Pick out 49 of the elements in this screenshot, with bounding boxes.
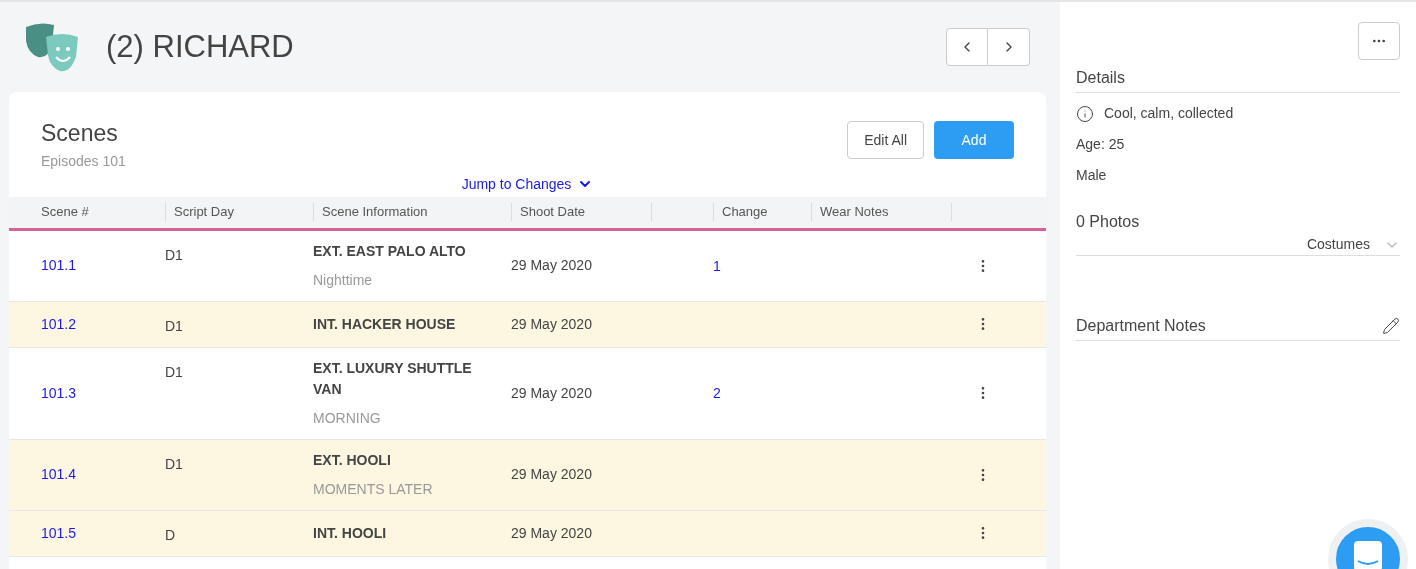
- script-day-cell-text: D1: [165, 454, 184, 474]
- script-day-cell-text: D1: [165, 316, 184, 336]
- column-header: Scene Information: [322, 203, 428, 222]
- change-link[interactable]: 2: [713, 385, 721, 401]
- edit-all-button[interactable]: Edit All: [847, 121, 924, 159]
- column-header: Change: [722, 203, 768, 222]
- scene-time-cell-text: Nighttime: [313, 270, 374, 290]
- column-header: Shoot Date: [520, 203, 586, 222]
- scene-location-cell-text: INT. HACKER HOUSE: [313, 314, 457, 334]
- page-title: (2) RICHARD: [106, 27, 294, 66]
- shoot-date-cell-text: 29 May 2020: [511, 523, 593, 543]
- description-text: Cool, calm, collected: [1104, 104, 1234, 123]
- change-link[interactable]: 1: [713, 257, 721, 274]
- section-title: Scenes: [41, 119, 119, 148]
- scene-number-link[interactable]: 101.2: [41, 313, 165, 335]
- section-subtitle: Episodes 101: [41, 151, 126, 171]
- scene-number-link[interactable]: 101.4: [41, 464, 165, 485]
- scene-location-cell-text: EXT. HOOLI: [313, 450, 392, 470]
- shoot-date-cell-text: 29 May 2020: [511, 383, 593, 403]
- script-day-cell-text: D1: [165, 245, 184, 265]
- column-header: Wear Notes: [820, 203, 889, 222]
- scene-row[interactable]: 101.5 D INT. HOOLI 29 May 2020: [9, 510, 1046, 557]
- scene-number-link[interactable]: 101.3: [41, 382, 165, 404]
- costumes-dropdown[interactable]: Costumes: [1306, 234, 1400, 255]
- edit-icon[interactable]: [1382, 317, 1400, 335]
- jump-to-changes-link[interactable]: Jump to Changes: [461, 173, 594, 195]
- scene-location-cell-text: INT. HOOLI: [313, 523, 388, 543]
- notes-title: Department Notes: [1076, 316, 1206, 336]
- scene-time-cell-text: MOMENTS LATER: [313, 479, 434, 499]
- column-header: Scene #: [41, 203, 89, 222]
- scene-number-link[interactable]: 101.5: [41, 522, 165, 544]
- gender-text: Male: [1076, 166, 1108, 185]
- scene-location-cell-text: EXT. EAST PALO ALTO: [313, 241, 467, 261]
- scene-number-link[interactable]: 101.1: [41, 255, 165, 276]
- shoot-date-cell-text: 29 May 2020: [511, 314, 593, 334]
- column-header: Script Day: [174, 203, 234, 222]
- details-title: Details: [1076, 69, 1125, 86]
- shoot-date-cell-text: 29 May 2020: [511, 465, 593, 484]
- chat-icon: [1354, 541, 1382, 569]
- scene-row[interactable]: 101.2 D1 INT. HACKER HOUSE 29 May 2020: [9, 301, 1046, 348]
- scene-time-cell-text: MORNING: [313, 408, 382, 428]
- scene-row[interactable]: 101.4 D1 EXT. HOOLI MOMENTS LATER 29 May 2020: [9, 439, 1046, 511]
- scene-location-cell-text: EXT. LUXURY SHUTTLE VAN: [313, 358, 473, 399]
- script-day-cell-text: D: [165, 525, 177, 545]
- script-day-cell-text: D1: [165, 362, 184, 382]
- age-text: Age: 25: [1076, 135, 1126, 154]
- photos-title: 0 Photos: [1076, 212, 1141, 232]
- shoot-date-cell-text: 29 May 2020: [511, 256, 593, 275]
- info-icon: [1076, 104, 1094, 123]
